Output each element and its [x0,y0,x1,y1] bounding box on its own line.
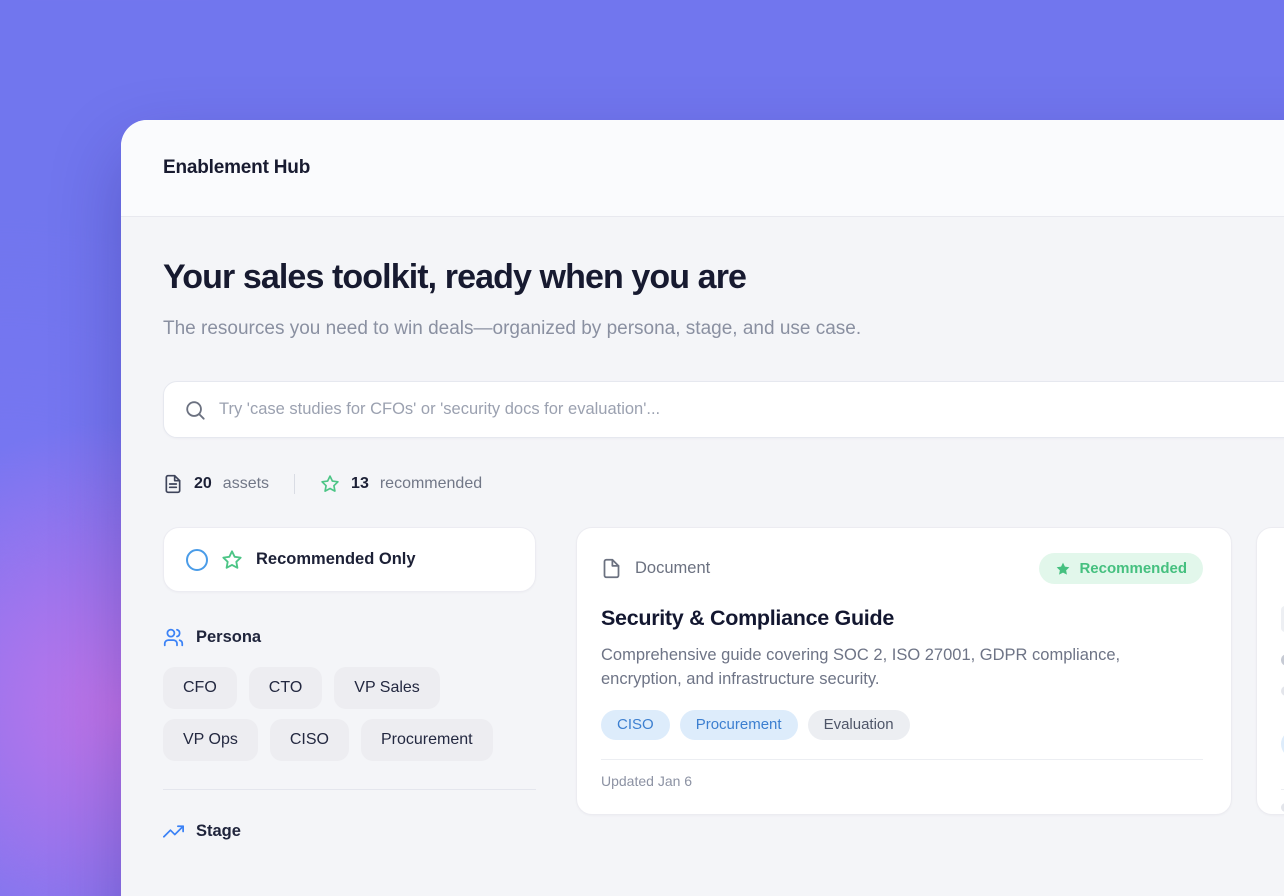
stats-row: 20 assets 13 recommended [163,474,1284,494]
star-icon [320,474,340,494]
recommended-badge-label: Recommended [1079,560,1187,577]
search-bar[interactable] [163,381,1284,438]
persona-chip-cfo[interactable]: CFO [163,667,237,709]
tag-evaluation[interactable]: Evaluation [808,710,910,740]
stats-divider [294,474,295,494]
persona-section-heading: Persona [163,627,536,648]
recommended-only-label: Recommended Only [256,550,416,569]
tag-procurement[interactable]: Procurement [680,710,798,740]
persona-chip-cto[interactable]: CTO [249,667,322,709]
app-header: Enablement Hub [121,120,1284,217]
persona-chip-procurement[interactable]: Procurement [361,719,493,761]
radio-circle-icon[interactable] [186,549,208,571]
sidebar-divider [163,789,536,790]
assets-label: assets [223,475,269,493]
card-type: Document [601,558,710,579]
content-row: Recommended Only Persona CFO CTO VP Sale… [163,527,1284,842]
users-icon [163,627,184,648]
stage-section-heading: Stage [163,821,536,842]
recommended-count: 13 [351,475,369,493]
card-tag-row: CISO Procurement Evaluation [601,710,1203,740]
app-body: Your sales toolkit, ready when you are T… [121,217,1284,842]
page-title: Your sales toolkit, ready when you are [163,258,1284,297]
recommended-only-toggle[interactable]: Recommended Only [163,527,536,592]
trending-up-icon [163,821,184,842]
assets-count: 20 [194,475,212,493]
recommended-label: recommended [380,475,482,493]
stage-section-label: Stage [196,822,241,841]
card-updated: Updated Jan 6 [601,759,1203,789]
enablement-hub-window: Enablement Hub Your sales toolkit, ready… [121,120,1284,896]
asset-card-partially-visible[interactable] [1256,527,1284,815]
card-top-row: Document Recommended [601,553,1203,584]
app-title: Enablement Hub [163,157,310,179]
file-text-icon [163,474,183,494]
star-filled-icon [1055,561,1071,577]
search-input[interactable] [219,382,1284,437]
tag-ciso[interactable]: CISO [601,710,670,740]
card-type-label: Document [635,559,710,578]
asset-card-security-compliance-guide[interactable]: Document Recommended Security & Complian… [576,527,1232,815]
filters-sidebar: Recommended Only Persona CFO CTO VP Sale… [163,527,536,842]
file-icon [601,558,622,579]
card-description: Comprehensive guide covering SOC 2, ISO … [601,643,1201,691]
card-title[interactable]: Security & Compliance Guide [601,606,1203,631]
star-outline-icon [221,549,243,571]
persona-section-label: Persona [196,628,261,647]
results-grid: Document Recommended Security & Complian… [576,527,1284,815]
persona-chip-ciso[interactable]: CISO [270,719,349,761]
persona-chip-vp-sales[interactable]: VP Sales [334,667,440,709]
persona-chip-vp-ops[interactable]: VP Ops [163,719,258,761]
page-subtitle: The resources you need to win deals—orga… [163,310,863,348]
persona-chips: CFO CTO VP Sales VP Ops CISO Procurement [163,667,536,761]
recommended-badge: Recommended [1039,553,1203,584]
search-icon [184,399,206,421]
